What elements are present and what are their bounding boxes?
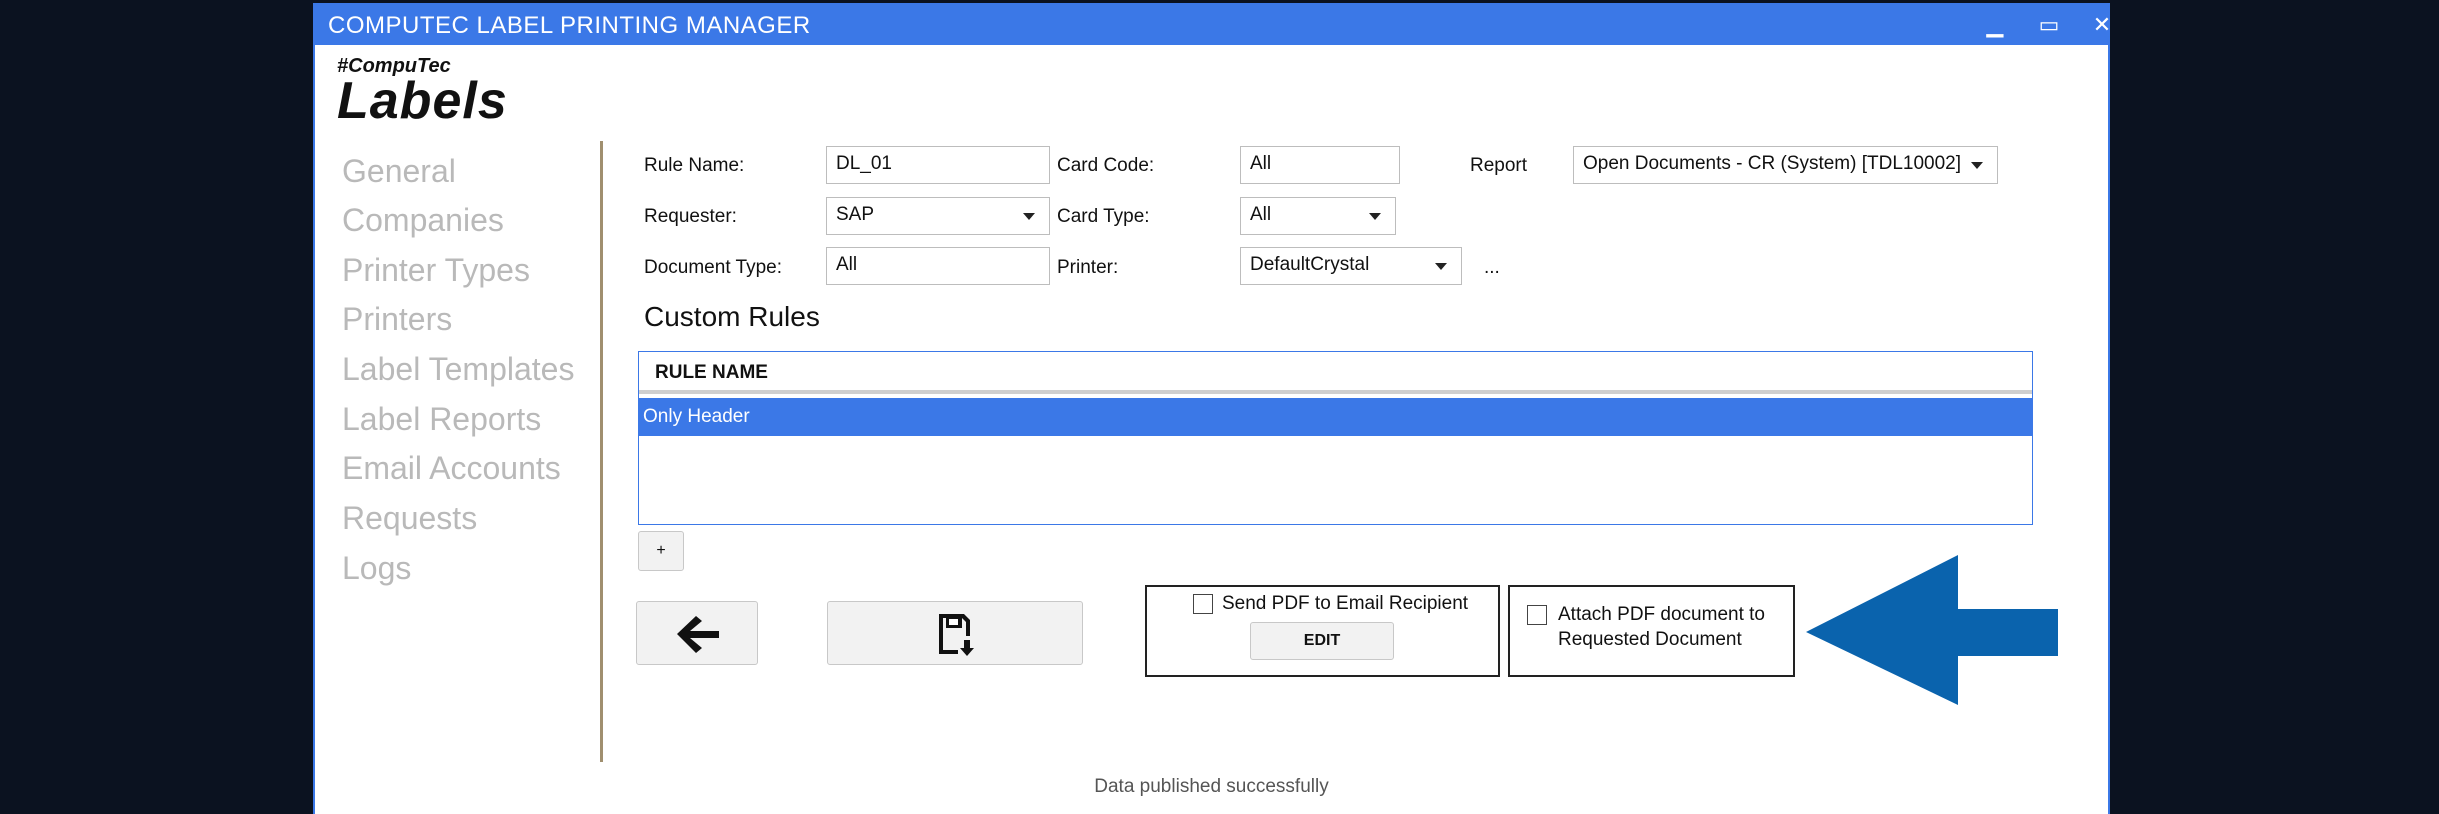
report-label: Report xyxy=(1470,155,1528,176)
sidebar-item-logs[interactable]: Logs xyxy=(342,550,411,587)
printer-select[interactable]: DefaultCrystal xyxy=(1240,247,1462,285)
pointer-arrow-icon xyxy=(1806,555,2058,705)
rule-name-input[interactable]: DL_01 xyxy=(826,146,1050,184)
card-code-input[interactable]: All xyxy=(1240,146,1400,184)
maximize-icon[interactable]: ▭ xyxy=(2029,9,2069,41)
column-header-label: RULE NAME xyxy=(655,362,768,383)
minimize-icon[interactable]: ▁ xyxy=(1975,9,2015,41)
row-rule-name: Only Header xyxy=(643,406,750,427)
requester-label: Requester: xyxy=(644,206,737,227)
send-pdf-checkbox[interactable] xyxy=(1193,594,1213,614)
window-title: COMPUTEC LABEL PRINTING MANAGER xyxy=(328,12,811,39)
sidebar-item-email-accounts[interactable]: Email Accounts xyxy=(342,450,561,487)
printer-label: Printer: xyxy=(1057,257,1119,278)
sidebar-item-label-reports[interactable]: Label Reports xyxy=(342,401,541,438)
sidebar-divider xyxy=(600,141,603,762)
send-pdf-label: Send PDF to Email Recipient xyxy=(1222,593,1469,614)
sidebar-item-requests[interactable]: Requests xyxy=(342,500,477,537)
add-rule-button[interactable]: + xyxy=(638,531,684,571)
sidebar-item-general[interactable]: General xyxy=(342,153,456,190)
edit-button[interactable]: EDIT xyxy=(1250,622,1394,660)
attach-pdf-label-line1: Attach PDF document to xyxy=(1558,604,1765,625)
status-message: Data published successfully xyxy=(1094,776,1329,797)
printer-more-button[interactable]: ... xyxy=(1484,257,1500,279)
custom-rules-title: Custom Rules xyxy=(644,301,820,332)
table-row[interactable]: Only Header xyxy=(639,398,2032,436)
save-button[interactable] xyxy=(827,601,1083,665)
logo: Labels xyxy=(337,72,508,130)
arrow-left-icon xyxy=(677,616,719,653)
sidebar-item-companies[interactable]: Companies xyxy=(342,202,504,239)
document-type-input[interactable]: All xyxy=(826,247,1050,285)
email-recipient-panel: Send PDF to Email Recipient EDIT xyxy=(1145,585,1500,677)
card-type-label: Card Type: xyxy=(1057,206,1150,227)
app-window: COMPUTEC LABEL PRINTING MANAGER ▁ ▭ ✕ #C… xyxy=(313,3,2111,814)
back-button[interactable] xyxy=(636,601,758,665)
requester-select[interactable]: SAP xyxy=(826,197,1050,235)
title-bar[interactable]: COMPUTEC LABEL PRINTING MANAGER ▁ ▭ ✕ xyxy=(315,5,2111,45)
column-header-rule-name[interactable]: RULE NAME xyxy=(639,352,2032,394)
document-type-label: Document Type: xyxy=(644,257,783,278)
close-icon[interactable]: ✕ xyxy=(2082,9,2122,41)
attach-pdf-panel: Attach PDF document to Requested Documen… xyxy=(1508,585,1795,677)
card-code-label: Card Code: xyxy=(1057,155,1155,176)
sidebar-item-printers[interactable]: Printers xyxy=(342,301,452,338)
sidebar-item-label-templates[interactable]: Label Templates xyxy=(342,351,574,388)
sidebar-item-printer-types[interactable]: Printer Types xyxy=(342,252,530,289)
card-type-select[interactable]: All xyxy=(1240,197,1396,235)
custom-rules-table: RULE NAME Only Header xyxy=(638,351,2033,525)
save-icon xyxy=(939,614,974,656)
report-select[interactable]: Open Documents - CR (System) [TDL10002] xyxy=(1573,146,1998,184)
attach-pdf-checkbox[interactable] xyxy=(1527,605,1547,625)
attach-pdf-label-line2: Requested Document xyxy=(1558,629,1742,650)
rule-name-label: Rule Name: xyxy=(644,155,745,176)
